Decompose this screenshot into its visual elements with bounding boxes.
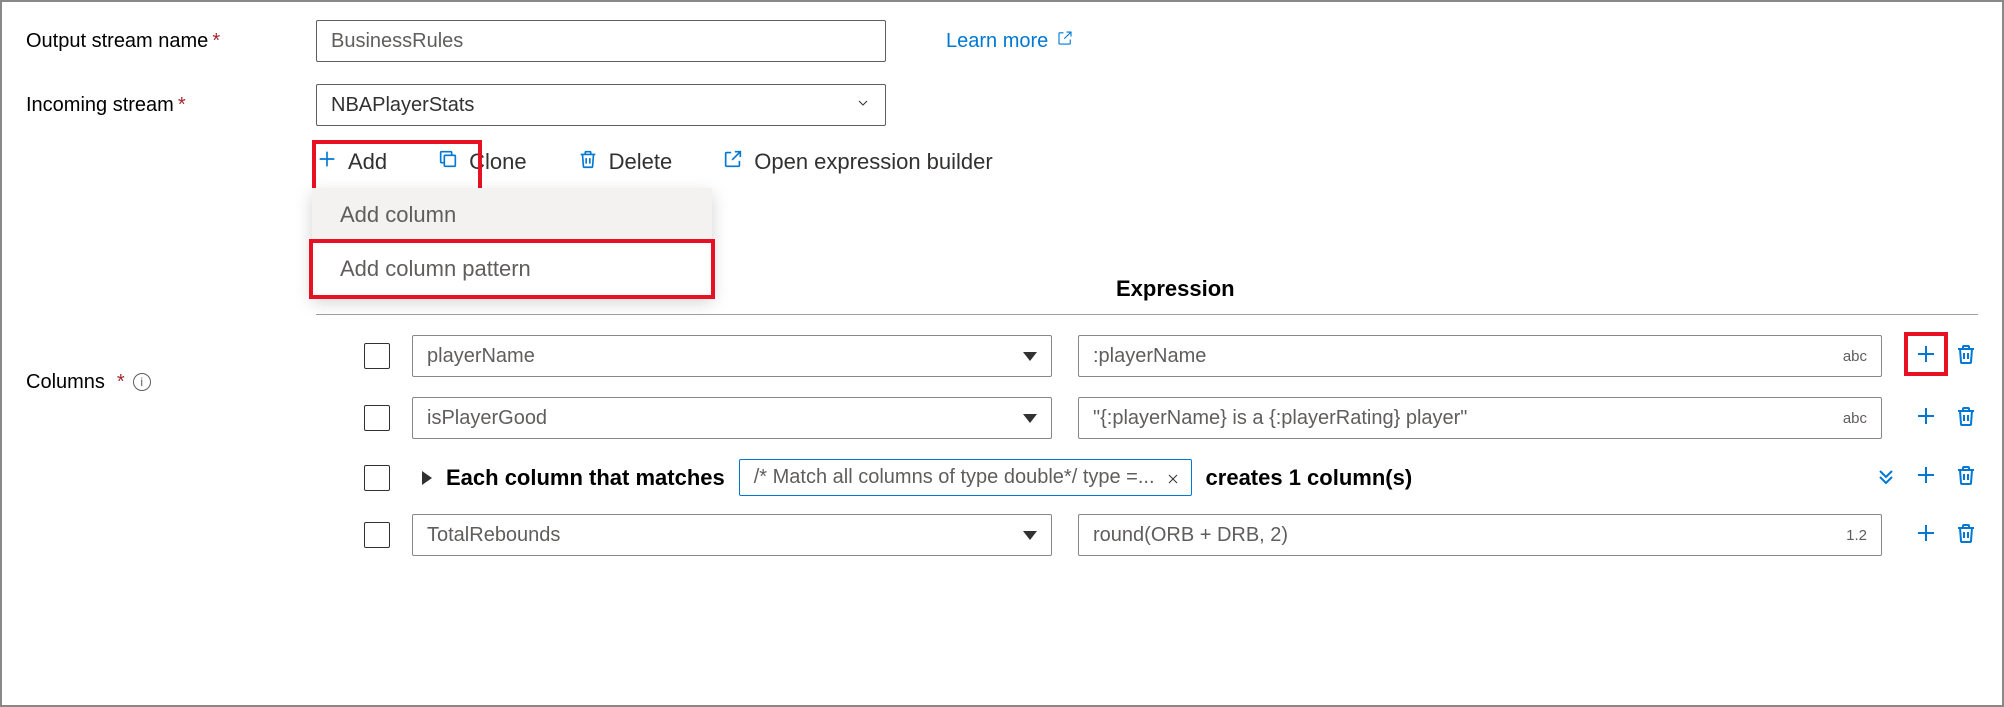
column-name-select[interactable]: TotalRebounds: [412, 514, 1052, 556]
incoming-stream-value: NBAPlayerStats: [331, 94, 474, 117]
expand-icon[interactable]: [422, 471, 432, 485]
type-hint: abc: [1843, 410, 1867, 427]
row-checkbox[interactable]: [364, 405, 390, 431]
highlight-plus: [1904, 332, 1948, 376]
row-checkbox[interactable]: [364, 343, 390, 369]
delete-row-button[interactable]: [1954, 521, 1978, 550]
incoming-stream-row: Incoming stream* NBAPlayerStats: [26, 84, 1978, 126]
menu-add-column-pattern[interactable]: Add column pattern: [312, 242, 712, 296]
learn-more-link[interactable]: Learn more: [946, 29, 1074, 53]
plus-icon: [316, 148, 338, 176]
trash-icon: [577, 148, 599, 176]
column-name-select[interactable]: playerName: [412, 335, 1052, 377]
copy-icon: [437, 148, 459, 176]
add-dropdown-menu: Add column Add column pattern: [312, 188, 712, 296]
add-button[interactable]: Add: [316, 148, 387, 176]
add-row-button[interactable]: [1914, 463, 1938, 492]
columns-label: Columns* i: [26, 148, 316, 566]
clear-icon[interactable]: [1165, 470, 1181, 486]
type-hint: 1.2: [1846, 527, 1867, 544]
chevron-down-icon: [855, 94, 871, 117]
row-checkbox[interactable]: [364, 465, 390, 491]
collapse-icon[interactable]: [1874, 463, 1898, 492]
column-name-select[interactable]: isPlayerGood: [412, 397, 1052, 439]
output-stream-row: Output stream name* Learn more: [26, 20, 1978, 62]
delete-row-button[interactable]: [1954, 463, 1978, 492]
external-link-icon: [1056, 29, 1074, 53]
column-row: isPlayerGood "{:playerName} is a {:playe…: [316, 387, 1978, 449]
output-stream-label: Output stream name*: [26, 30, 316, 53]
caret-down-icon: [1023, 531, 1037, 540]
column-pattern-row: Each column that matches /* Match all co…: [316, 449, 1978, 504]
column-row: TotalRebounds round(ORB + DRB, 2) 1.2: [316, 504, 1978, 566]
external-link-icon: [722, 148, 744, 176]
expression-input[interactable]: :playerName abc: [1078, 335, 1882, 377]
type-hint: abc: [1843, 348, 1867, 365]
row-checkbox[interactable]: [364, 522, 390, 548]
incoming-stream-label: Incoming stream*: [26, 94, 316, 117]
pattern-match-input[interactable]: /* Match all columns of type double*/ ty…: [739, 459, 1192, 496]
add-row-button[interactable]: [1914, 521, 1938, 550]
caret-down-icon: [1023, 414, 1037, 423]
delete-row-button[interactable]: [1954, 404, 1978, 433]
caret-down-icon: [1023, 352, 1037, 361]
header-expression: Expression: [1116, 276, 1978, 302]
expression-input[interactable]: "{:playerName} is a {:playerRating} play…: [1078, 397, 1882, 439]
expression-input[interactable]: round(ORB + DRB, 2) 1.2: [1078, 514, 1882, 556]
settings-panel: Output stream name* Learn more Incoming …: [0, 0, 2004, 707]
output-stream-input[interactable]: [316, 20, 886, 62]
column-row: playerName :playerName abc: [316, 325, 1978, 387]
info-icon[interactable]: i: [133, 373, 151, 391]
add-row-button[interactable]: [1914, 404, 1938, 433]
columns-toolbar: Add Clone Delete: [316, 148, 993, 176]
incoming-stream-select[interactable]: NBAPlayerStats: [316, 84, 886, 126]
open-expression-builder-button[interactable]: Open expression builder: [722, 148, 992, 176]
menu-add-column[interactable]: Add column: [312, 188, 712, 242]
clone-button[interactable]: Clone: [437, 148, 526, 176]
delete-row-button[interactable]: [1954, 342, 1978, 371]
columns-section: Columns* i Add: [26, 148, 1978, 566]
delete-button[interactable]: Delete: [577, 148, 673, 176]
pattern-suffix: creates 1 column(s): [1206, 465, 1413, 491]
pattern-prefix: Each column that matches: [446, 465, 725, 491]
